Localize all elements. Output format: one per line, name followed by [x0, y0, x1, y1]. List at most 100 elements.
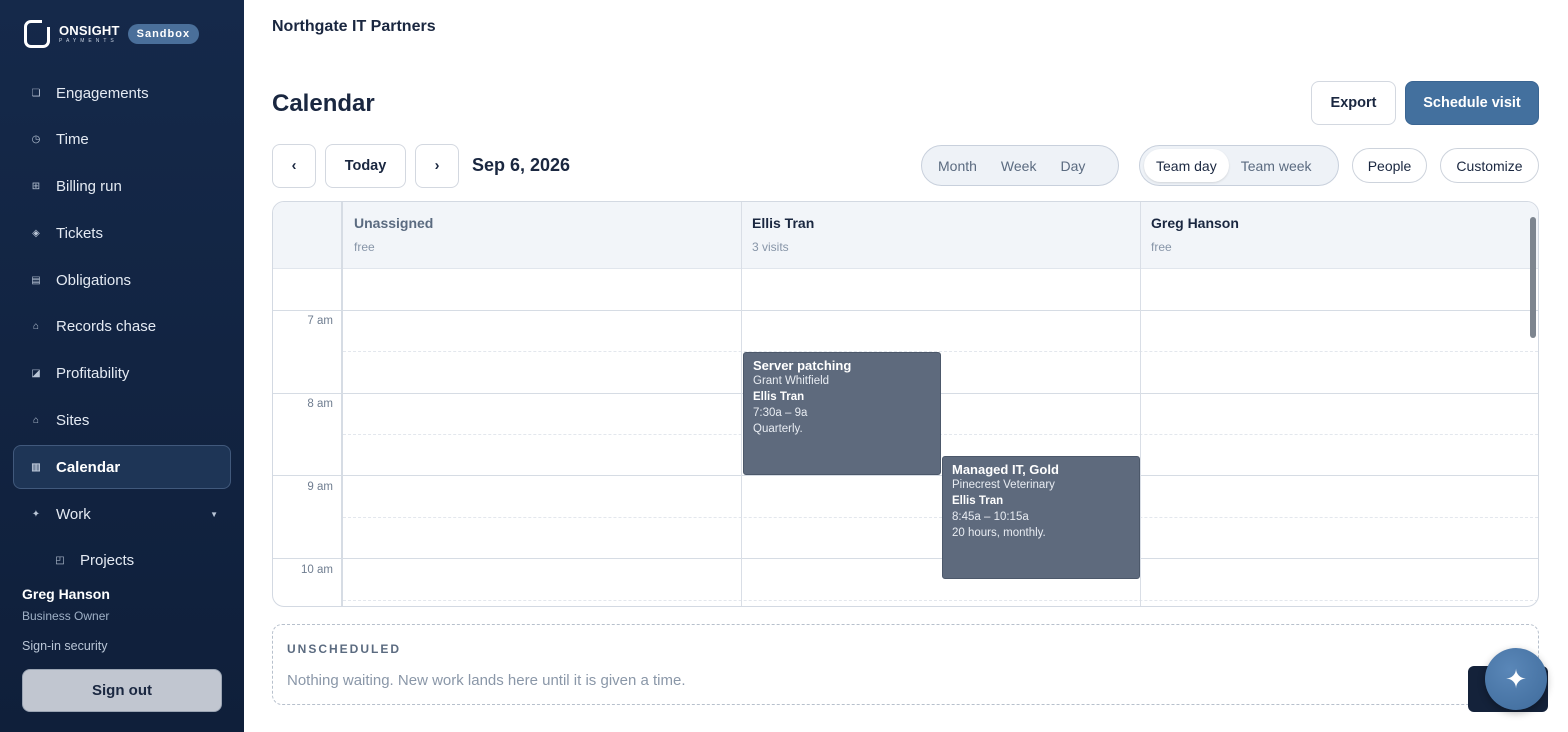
main-nav: ❏ Engagements ◷ Time ⊞ Billing run ◈ Tic… [13, 71, 231, 586]
event-time: 7:30a – 9a [753, 407, 808, 419]
event-assignee: Ellis Tran [952, 495, 1004, 507]
export-button[interactable]: Export [1311, 81, 1396, 125]
schedule-visit-button[interactable]: Schedule visit [1405, 81, 1539, 125]
house-icon: ⌂ [32, 321, 40, 333]
home-icon: ⌂ [32, 415, 40, 427]
sparkle-icon: ✦ [1505, 663, 1527, 694]
chart-icon: ◪ [31, 368, 41, 380]
calendar-grid: Unassigned free Ellis Tran 3 visits Greg… [272, 201, 1539, 607]
time-label: 8 am [307, 398, 333, 410]
nav-item-label: Profitability [56, 365, 130, 383]
brand-sub: PAYMENTS [59, 38, 118, 44]
half-hour-line [343, 517, 1538, 518]
unscheduled-panel: UNSCHEDULED Nothing waiting. New work la… [272, 624, 1539, 705]
column-unassigned: Unassigned free [344, 202, 741, 269]
nav-item-engagements[interactable]: ❏ Engagements [13, 71, 231, 115]
today-button[interactable]: Today [325, 144, 406, 188]
event-client: Pinecrest Veterinary [952, 479, 1055, 491]
range-month[interactable]: Month [926, 149, 989, 182]
diamond-icon: ◈ [32, 227, 40, 239]
nav-item-profitability[interactable]: ◪ Profitability [13, 352, 231, 396]
nav-item-label: Tickets [56, 224, 103, 242]
nav-item-label: Engagements [56, 84, 149, 102]
page-title: Calendar [272, 90, 375, 117]
event-card[interactable]: Server patching Grant Whitfield Ellis Tr… [743, 352, 941, 475]
brand-logo[interactable]: ONSIGHT PAYMENTS Sandbox [24, 18, 200, 48]
nav-item-work[interactable]: ✦ Work ▼ [13, 492, 231, 536]
team-day[interactable]: Team day [1144, 149, 1229, 182]
grid-icon: ⊞ [31, 181, 41, 193]
column-sub: free [1151, 240, 1172, 254]
column-sub: free [354, 240, 375, 254]
column-greg-hanson: Greg Hanson free [1141, 202, 1538, 269]
sidebar: ONSIGHT PAYMENTS Sandbox ❏ Engagements ◷… [0, 0, 244, 732]
clock-icon: ◷ [31, 134, 41, 146]
hour-line [343, 310, 1538, 311]
team-switcher: Team day Team week [1139, 145, 1339, 186]
event-card[interactable]: Managed IT, Gold Pinecrest Veterinary El… [942, 456, 1140, 579]
chevron-down-icon[interactable]: ▼ [210, 510, 218, 519]
sign-in-security-link[interactable]: Sign-in security [22, 639, 222, 653]
sign-out-button[interactable]: Sign out [22, 669, 222, 712]
event-time: 8:45a – 10:15a [952, 511, 1029, 523]
next-button[interactable]: › [415, 144, 459, 188]
column-ellis-tran: Ellis Tran 3 visits [742, 202, 1140, 269]
nav-item-projects[interactable]: ◰ Projects [13, 539, 231, 583]
nav-item-label: Time [56, 131, 89, 149]
nav-item-label: Projects [80, 552, 135, 570]
customize-button[interactable]: Customize [1440, 148, 1539, 183]
projects-icon: ◰ [55, 555, 65, 567]
people-button[interactable]: People [1352, 148, 1427, 183]
column-name: Unassigned [354, 215, 434, 231]
half-hour-line [343, 351, 1538, 352]
assistant-button[interactable]: ✦ [1485, 648, 1547, 710]
unscheduled-title: UNSCHEDULED [287, 642, 402, 656]
column-name: Ellis Tran [752, 215, 815, 231]
brand-name: ONSIGHT [59, 23, 120, 38]
nav-item-label: Work [56, 505, 91, 523]
user-role: Business Owner [22, 609, 110, 623]
time-label: 7 am [307, 315, 333, 327]
calendar-scrollbar[interactable] [1530, 217, 1536, 338]
half-hour-line [343, 600, 1538, 601]
event-note: Quarterly. [753, 423, 803, 435]
nav-item-time[interactable]: ◷ Time [13, 118, 231, 162]
range-switcher: Month Week Day [921, 145, 1119, 186]
nav-item-records-chase[interactable]: ⌂ Records chase [13, 305, 231, 349]
nav-item-label: Billing run [56, 178, 122, 196]
square-icon: ❏ [31, 87, 41, 99]
nav-item-label: Records chase [56, 318, 157, 336]
nav-item-label: Sites [56, 412, 90, 430]
nav-item-label: Calendar [56, 458, 121, 476]
time-label: 10 am [301, 564, 333, 576]
unscheduled-message: Nothing waiting. New work lands here unt… [287, 672, 686, 689]
column-name: Greg Hanson [1151, 215, 1239, 231]
current-date: Sep 6, 2026 [472, 155, 571, 175]
nav-item-tickets[interactable]: ◈ Tickets [13, 211, 231, 255]
team-week[interactable]: Team week [1229, 149, 1324, 182]
nav-item-obligations[interactable]: ▤ Obligations [13, 258, 231, 302]
sandbox-badge: Sandbox [127, 24, 200, 44]
event-client: Grant Whitfield [753, 375, 830, 387]
hour-line [343, 558, 1538, 559]
event-title: Managed IT, Gold [952, 462, 1059, 477]
user-panel: Greg Hanson Business Owner Sign-in secur… [22, 586, 222, 653]
nav-item-calendar[interactable]: ▥ Calendar [13, 445, 231, 490]
user-name: Greg Hanson [22, 586, 110, 602]
calendar-icon: ▥ [31, 461, 41, 473]
list-icon: ▤ [31, 274, 41, 286]
nav-item-sites[interactable]: ⌂ Sites [13, 399, 231, 443]
range-day[interactable]: Day [1048, 149, 1097, 182]
event-assignee: Ellis Tran [753, 391, 805, 403]
event-note: 20 hours, monthly. [952, 527, 1046, 539]
sparkle-icon: ✦ [31, 508, 41, 520]
logo-icon [24, 18, 51, 48]
prev-button[interactable]: ‹ [272, 144, 316, 188]
range-week[interactable]: Week [989, 149, 1049, 182]
hour-line [343, 475, 1538, 476]
column-sub: 3 visits [752, 240, 789, 254]
nav-item-label: Obligations [56, 271, 132, 289]
event-title: Server patching [753, 358, 852, 373]
nav-item-billing-run[interactable]: ⊞ Billing run [13, 165, 231, 209]
org-title: Northgate IT Partners [272, 18, 436, 35]
